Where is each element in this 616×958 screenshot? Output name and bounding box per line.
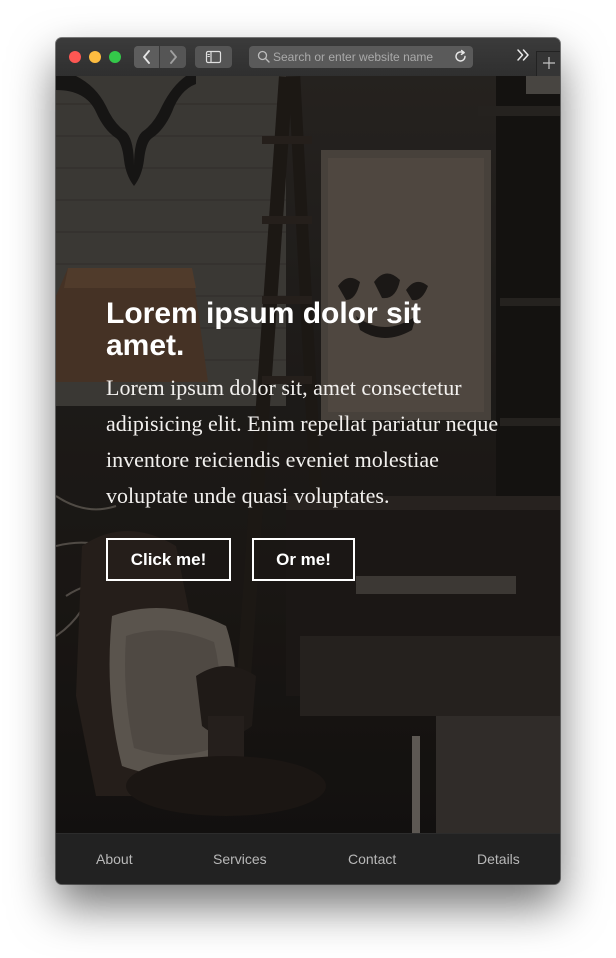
reload-icon[interactable]: [453, 49, 468, 64]
minimize-window-button[interactable]: [89, 51, 101, 63]
plus-icon: [542, 57, 555, 69]
hero-title: Lorem ipsum dolor sit amet.: [106, 297, 422, 362]
sidebar-icon: [205, 50, 222, 64]
footer-link-details[interactable]: Details: [477, 851, 520, 867]
address-input[interactable]: [273, 46, 445, 68]
hero-content: Lorem ipsum dolor sit amet. Lorem ipsum …: [106, 298, 506, 581]
hero-text: Lorem ipsum dolor sit, amet consectetur …: [106, 375, 499, 508]
click-me-button[interactable]: Click me!: [106, 538, 231, 581]
sidebar-toggle-button[interactable]: [195, 46, 232, 68]
new-tab-button[interactable]: [536, 51, 560, 76]
double-chevron-right-icon: [517, 49, 529, 61]
hero-buttons: Click me! Or me!: [106, 538, 506, 581]
hero-section: Lorem ipsum dolor sit amet. Lorem ipsum …: [56, 76, 560, 833]
footer-link-about[interactable]: About: [96, 851, 133, 867]
forward-button[interactable]: [160, 46, 185, 68]
web-page: Lorem ipsum dolor sit amet. Lorem ipsum …: [56, 76, 560, 884]
footer-link-services[interactable]: Services: [213, 851, 267, 867]
address-bar[interactable]: [249, 46, 473, 68]
chevron-right-icon: [169, 50, 177, 64]
close-window-button[interactable]: [69, 51, 81, 63]
footer-nav: About Services Contact Details: [56, 833, 560, 884]
back-button[interactable]: [134, 46, 159, 68]
search-icon: [257, 50, 270, 63]
zoom-window-button[interactable]: [109, 51, 121, 63]
chevron-left-icon: [142, 50, 150, 64]
or-me-button[interactable]: Or me!: [252, 538, 355, 581]
browser-window: Lorem ipsum dolor sit amet. Lorem ipsum …: [56, 38, 560, 884]
navigation-buttons: [134, 46, 186, 68]
toolbar-overflow-button[interactable]: [516, 47, 530, 65]
footer-link-contact[interactable]: Contact: [348, 851, 396, 867]
browser-toolbar: [56, 38, 560, 77]
